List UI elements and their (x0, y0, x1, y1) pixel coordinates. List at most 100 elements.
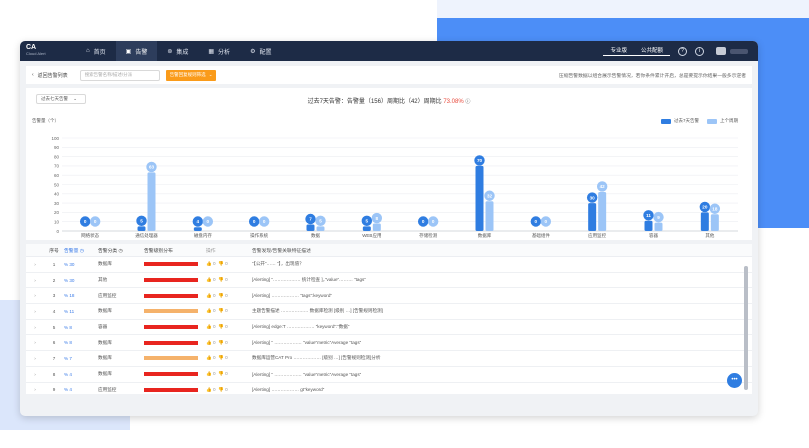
data-label: 63 (149, 165, 155, 170)
nav-item-2[interactable]: ⊛ 集成 (157, 41, 198, 61)
thumbs-up-icon[interactable]: 👍 (206, 371, 212, 376)
row-actions: 👍 0 👎 0 (206, 277, 252, 283)
search-input[interactable]: 搜索告警名称/描述/分派 (79, 69, 160, 81)
legend-label[interactable]: 过去7天告警 (674, 118, 699, 124)
rule-filter-button[interactable]: 告警回复规则筛选 ⌄ (165, 69, 217, 81)
row-count[interactable]: % 30 (64, 278, 98, 283)
header-no: 序号 (49, 248, 59, 254)
data-label: 7 (309, 217, 312, 222)
expand-chevron-icon[interactable]: › (26, 325, 44, 330)
row-description: [Alerting] ……………… gt”keyword” (252, 387, 325, 393)
row-level-dist (144, 262, 206, 267)
thumbs-up-icon[interactable]: 👍 (206, 293, 212, 298)
row-actions: 👍 0 👎 0 (206, 261, 252, 267)
thumbs-up-icon[interactable]: 👍 (206, 324, 212, 329)
expand-chevron-icon[interactable]: › (26, 309, 44, 314)
row-count[interactable]: % 30 (64, 262, 98, 267)
row-actions: 👍 0 👎 0 (206, 355, 252, 361)
scrollbar-thumb[interactable] (744, 266, 748, 390)
thumbs-up-icon[interactable]: 👍 (206, 355, 212, 360)
data-label: 11 (646, 213, 651, 218)
row-count[interactable]: % 7 (64, 356, 98, 361)
thumbs-down-icon[interactable]: 👎 (218, 371, 224, 376)
x-tick-label: 应用监控 (588, 232, 606, 239)
thumbs-down-icon[interactable]: 👎 (218, 293, 224, 298)
thumbs-down-icon[interactable]: 👎 (218, 308, 224, 313)
public-quota-link[interactable]: 公共配额 (633, 47, 670, 56)
thumbs-up-icon[interactable]: 👍 (206, 340, 212, 345)
user-name-blurred[interactable] (730, 48, 748, 54)
thumbs-down-icon[interactable]: 👎 (218, 324, 224, 329)
table-row[interactable]: › 2% 30 其他 👍 0 👎 0 [Alerting] “……………… 统计检查 ]… (26, 273, 752, 289)
bar-previous (598, 191, 607, 231)
help-circle-icon[interactable]: ? (678, 46, 687, 56)
thumbs-up-icon[interactable]: 👍 (206, 261, 212, 266)
row-actions: 👍 0 👎 0 (206, 387, 252, 393)
avatar[interactable] (716, 47, 726, 55)
header-count[interactable]: 告警量 ◷ (64, 247, 98, 254)
row-actions: 👍 0 👎 0 (206, 293, 252, 299)
nav-item-1[interactable]: ▣ 告警 (115, 41, 158, 61)
expand-chevron-icon[interactable]: › (26, 262, 44, 267)
back-link[interactable]: ‹ 返回告警列表 (32, 72, 68, 79)
table-row[interactable]: › 1% 30 数据库 👍 0 👎 0 “【公开“…… ”】，出现值？ (26, 257, 752, 273)
x-tick-label: 通信处理器 (135, 232, 158, 239)
expand-chevron-icon[interactable]: › (26, 356, 44, 361)
table-row[interactable]: › 9 % 4 应用监控 👍 0 👎 0 [Alerting] ……………… gt”key… (26, 383, 752, 395)
table-row[interactable]: › 6% 8 数据库 👍 0 👎 0 [Alerting] “ ……………… ”valu… (26, 335, 752, 352)
expand-chevron-icon[interactable]: › (26, 293, 44, 298)
legend-label[interactable]: 上个周期 (720, 118, 738, 124)
thumbs-down-icon[interactable]: 👎 (218, 277, 224, 282)
thumbs-down-icon[interactable]: 👎 (218, 261, 224, 266)
row-level-dist (144, 278, 206, 283)
expand-chevron-icon[interactable]: › (26, 278, 44, 283)
info-icon[interactable]: ⓘ (465, 99, 470, 105)
row-no: 9 (52, 387, 56, 393)
data-label: 0 (84, 219, 87, 224)
nav-item-3[interactable]: ▦ 分析 (198, 41, 240, 61)
row-count[interactable]: % 4 (64, 387, 98, 392)
chat-bubble-icon[interactable]: ••• (727, 373, 742, 388)
bar-current (306, 224, 315, 231)
table-row[interactable]: › 3% 18 应用监控 👍 0 👎 0 [Alerting] ……………… ”tags… (26, 288, 752, 305)
expand-chevron-icon[interactable]: › (26, 387, 44, 392)
thumbs-up-icon[interactable]: 👍 (206, 387, 212, 392)
thumbs-down-icon[interactable]: 👎 (218, 387, 224, 392)
row-count[interactable]: % 8 (64, 325, 98, 330)
dislike-count: 0 (225, 277, 228, 283)
bar-previous (372, 223, 381, 231)
main-nav: ⌂ 首页 ▣ 告警 ⊛ 集成 ▦ 分析 ⚙ 配置 (76, 41, 281, 61)
expand-chevron-icon[interactable]: › (26, 340, 44, 345)
level-bar (144, 309, 198, 314)
row-description: [Alerting] edge:T ……………… ”keyword”:”数据” (252, 324, 350, 330)
row-count[interactable]: % 8 (64, 340, 98, 345)
info-circle-icon[interactable]: i (695, 46, 704, 56)
nav-item-4[interactable]: ⚙ 配置 (240, 41, 281, 61)
thumbs-down-icon[interactable]: 👎 (218, 340, 224, 345)
row-count[interactable]: % 11 (64, 309, 98, 314)
thumbs-up-icon[interactable]: 👍 (206, 308, 212, 313)
logo[interactable]: CA Cloud Alert (20, 44, 76, 57)
thumbs-up-icon[interactable]: 👍 (206, 277, 212, 282)
chart-legend: 过去7天告警 上个周期 (653, 118, 738, 124)
row-count[interactable]: % 18 (64, 293, 98, 298)
expand-chevron-icon[interactable]: › (26, 372, 44, 377)
decor-top-band (437, 0, 809, 18)
like-count: 0 (213, 339, 216, 345)
row-category: 应用监控 (98, 386, 117, 392)
table-row[interactable]: › 4% 11 数据库 👍 0 👎 0 主题告警描述 ……………… 数据库检测 [级别 … (26, 304, 752, 320)
nav-item-0[interactable]: ⌂ 首页 (76, 41, 116, 61)
table-row[interactable]: › 7% 7 数据库 👍 0 👎 0 数据库运营CAT Pro ……………… [级别 …… (26, 351, 752, 367)
header-category[interactable]: 告警分类 ◷ (98, 247, 144, 254)
thumbs-down-icon[interactable]: 👎 (218, 355, 224, 360)
table-row[interactable]: › 8% 4 数据库 👍 0 👎 0 [Alerting] “ ……………… ”valu… (26, 367, 752, 383)
row-category: 应用监控 (98, 292, 117, 298)
table-row[interactable]: › 5% 8 容器 👍 0 👎 0 [Alerting] edge:T ……………… ”… (26, 320, 752, 336)
row-level-dist (144, 340, 206, 345)
level-bar (144, 387, 198, 392)
data-label: 4 (197, 219, 200, 224)
pro-edition-link[interactable]: 专业版 (603, 47, 634, 56)
row-level-dist (144, 293, 206, 298)
x-tick-label: 磁盘内存 (194, 232, 212, 239)
row-count[interactable]: % 4 (64, 372, 98, 377)
